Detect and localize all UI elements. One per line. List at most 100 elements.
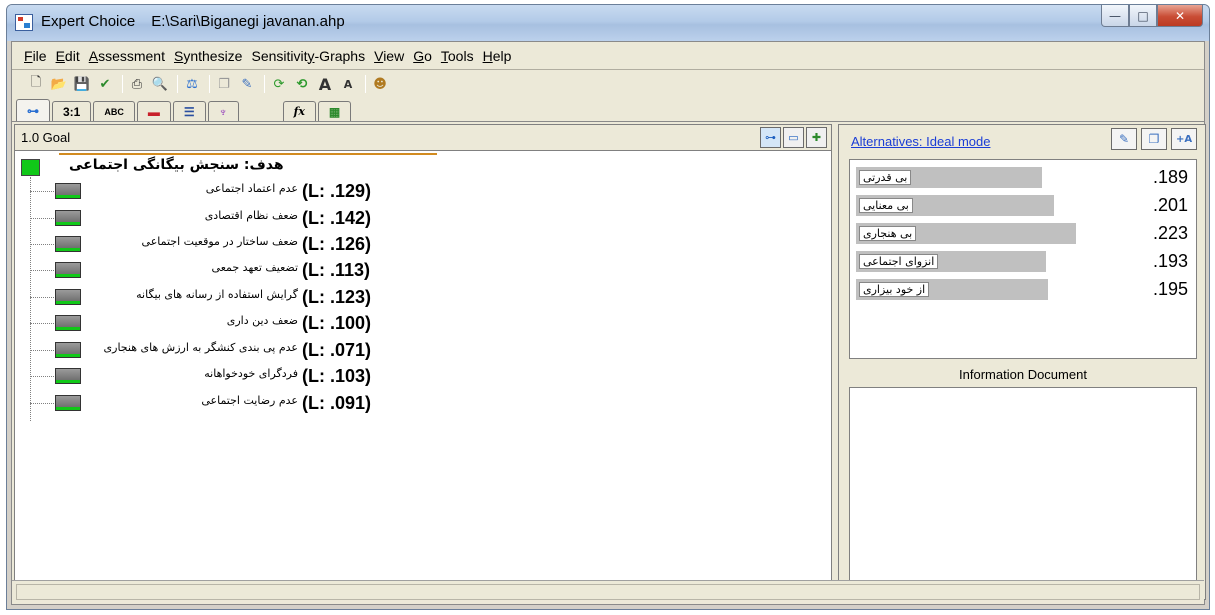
add-alternative-icon[interactable]: +A [1171,128,1197,150]
alternative-priority-value: .201 [1152,195,1188,215]
criterion-node[interactable]: گرایش استفاده از رسانه های بیگانه (L: .12… [30,287,430,307]
goal-label[interactable]: هدف: سنجش بیگانگی اجتماعی [69,157,284,173]
grid-icon: ▦ [328,104,341,119]
alternative-row[interactable]: بی معنایی .201 [856,195,1192,217]
app-name: Expert Choice [41,13,136,30]
node-view-icon[interactable]: ▭ [783,127,804,148]
menu-label-part: H [482,47,493,64]
tab-data-grid[interactable]: ▦ [317,101,352,121]
criterion-node[interactable]: عدم پی بندی کنشگر به ارزش های هنجاری (L: … [30,340,430,360]
criterion-box[interactable] [55,183,81,199]
app-window: Expert Choice E:\Sari\Biganegi javanan.ah… [6,4,1210,610]
alternative-row[interactable]: از خود بیزاری .195 [856,279,1192,301]
check-icon[interactable]: ✔ [95,74,115,94]
tree-connector [30,297,54,298]
criterion-label[interactable]: عدم اعتماد اجتماعی [86,182,298,195]
print-preview-icon[interactable]: 🔍 [150,74,170,94]
scale-icon: ♆ [218,104,228,119]
tab-graphical[interactable]: ▬ [136,101,171,121]
expert-choice-app-icon [15,14,33,31]
criterion-label[interactable]: فردگرای خودخواهانه [86,367,298,380]
new-file-icon[interactable]: 🗋 [26,74,46,94]
tree-connector [30,376,54,377]
tab-questionnaire[interactable]: ☰ [172,101,206,121]
criterion-label[interactable]: ضعف ساختار در موقعیت اجتماعی [86,235,298,248]
edit-node-icon[interactable]: ✚ [806,127,827,148]
criterion-node[interactable]: فردگرای خودخواهانه (L: .103) [30,366,430,386]
menu-label-part: dit [64,47,80,64]
criterion-node[interactable]: ضعف دین داری (L: .100) [30,313,430,333]
tab-pairwise-numerical[interactable]: 3:1 [52,101,92,121]
info-document-textarea[interactable] [849,387,1197,597]
alternative-row[interactable]: انزوای اجتماعی .193 [856,251,1192,273]
client-area: File Edit Assessment Synthesize Sensitivity-… [11,41,1206,605]
alternative-row[interactable]: بی هنجاری .223 [856,223,1192,245]
bars-icon: ▬ [147,104,160,119]
maximize-button[interactable]: □ [1129,5,1157,27]
refresh-icon[interactable]: ⟳ [269,74,289,94]
criterion-node[interactable]: ضعف ساختار در موقعیت اجتماعی (L: .126) [30,234,430,254]
refresh-all-icon[interactable]: ⟲ [292,74,312,94]
edit-alternative-icon[interactable]: ✎ [1111,128,1137,150]
criterion-box[interactable] [55,342,81,358]
alternatives-header: Alternatives: Ideal mode ✎ ❐ +A [839,125,1205,155]
alternative-priority-value: .193 [1152,251,1188,271]
menu-synthesize[interactable]: Synthesize [174,48,243,64]
menu-go[interactable]: Go [413,48,432,64]
save-icon[interactable]: 💾 [72,74,92,94]
criterion-box[interactable] [55,315,81,331]
menu-sensitivity-graphs[interactable]: Sensitivity-Graphs [251,48,365,64]
criterion-node[interactable]: عدم رضایت اجتماعی (L: .091) [30,393,430,413]
paint-icon[interactable]: ✎ [237,74,257,94]
menu-label-part: ools [447,47,474,64]
people-icon[interactable]: ☻ [370,74,390,94]
copy-alternatives-icon[interactable]: ❐ [1141,128,1167,150]
tree-connector [30,350,54,351]
close-button[interactable]: ✕ [1157,5,1203,27]
criterion-label[interactable]: گرایش استفاده از رسانه های بیگانه [86,288,298,301]
tab-pairwise-verbal[interactable]: ABC [93,101,135,121]
menu-assessment[interactable]: Assessment [89,48,165,64]
open-folder-icon[interactable]: 📂 [49,74,69,94]
minimize-button[interactable]: — [1101,5,1129,27]
title-bar[interactable]: Expert Choice E:\Sari\Biganegi javanan.ah… [7,5,1209,41]
criterion-local-priority: (L: .113) [302,260,371,280]
criterion-node[interactable]: عدم اعتماد اجتماعی (L: .129) [30,181,430,201]
tab-formula[interactable]: fx [282,101,316,121]
criterion-label[interactable]: ضعف نظام اقتصادی [86,209,298,222]
window-title: Expert Choice E:\Sari\Biganegi javanan.ah… [41,13,361,30]
tab-tree-view[interactable]: ⊶ [16,99,50,121]
criterion-label[interactable]: عدم رضایت اجتماعی [86,394,298,407]
criterion-box[interactable] [55,368,81,384]
font-larger-icon[interactable]: A [315,74,335,94]
criterion-node[interactable]: ضعف نظام اقتصادی (L: .142) [30,208,430,228]
criterion-box[interactable] [55,289,81,305]
font-smaller-icon[interactable]: A [338,74,358,94]
menu-edit[interactable]: Edit [56,48,80,64]
goal-node-box[interactable] [21,159,40,176]
copy-icon[interactable]: ❐ [214,74,234,94]
criterion-box[interactable] [55,210,81,226]
menu-help[interactable]: Help [483,48,512,64]
menu-label-part: o [424,47,432,64]
menu-file[interactable]: File [24,48,47,64]
alternative-row[interactable]: بی قدرتی .189 [856,167,1192,189]
alternatives-mode-link[interactable]: Alternatives: Ideal mode [851,134,990,149]
criterion-box[interactable] [55,236,81,252]
menu-view[interactable]: View [374,48,404,64]
tree-header: 1.0 Goal ⊶ ▭ ✚ [15,125,831,151]
balance-icon[interactable]: ⚖ [182,74,202,94]
tree-view-icon[interactable]: ⊶ [760,127,781,148]
criterion-label[interactable]: تضعیف تعهد جمعی [86,261,298,274]
criterion-box[interactable] [55,262,81,278]
criterion-box[interactable] [55,395,81,411]
info-document-title: Information Document [959,367,1087,382]
criterion-label[interactable]: ضعف دین داری [86,314,298,327]
menu-tools[interactable]: Tools [441,48,474,64]
tab-direct[interactable]: ♆ [207,101,239,121]
menu-label-part: ynthesize [183,47,243,64]
criterion-node[interactable]: تضعیف تعهد جمعی (L: .113) [30,260,430,280]
menu-label-part: y [307,47,315,64]
print-icon[interactable]: ⎙ [127,74,147,94]
criterion-label[interactable]: عدم پی بندی کنشگر به ارزش های هنجاری [86,341,298,354]
